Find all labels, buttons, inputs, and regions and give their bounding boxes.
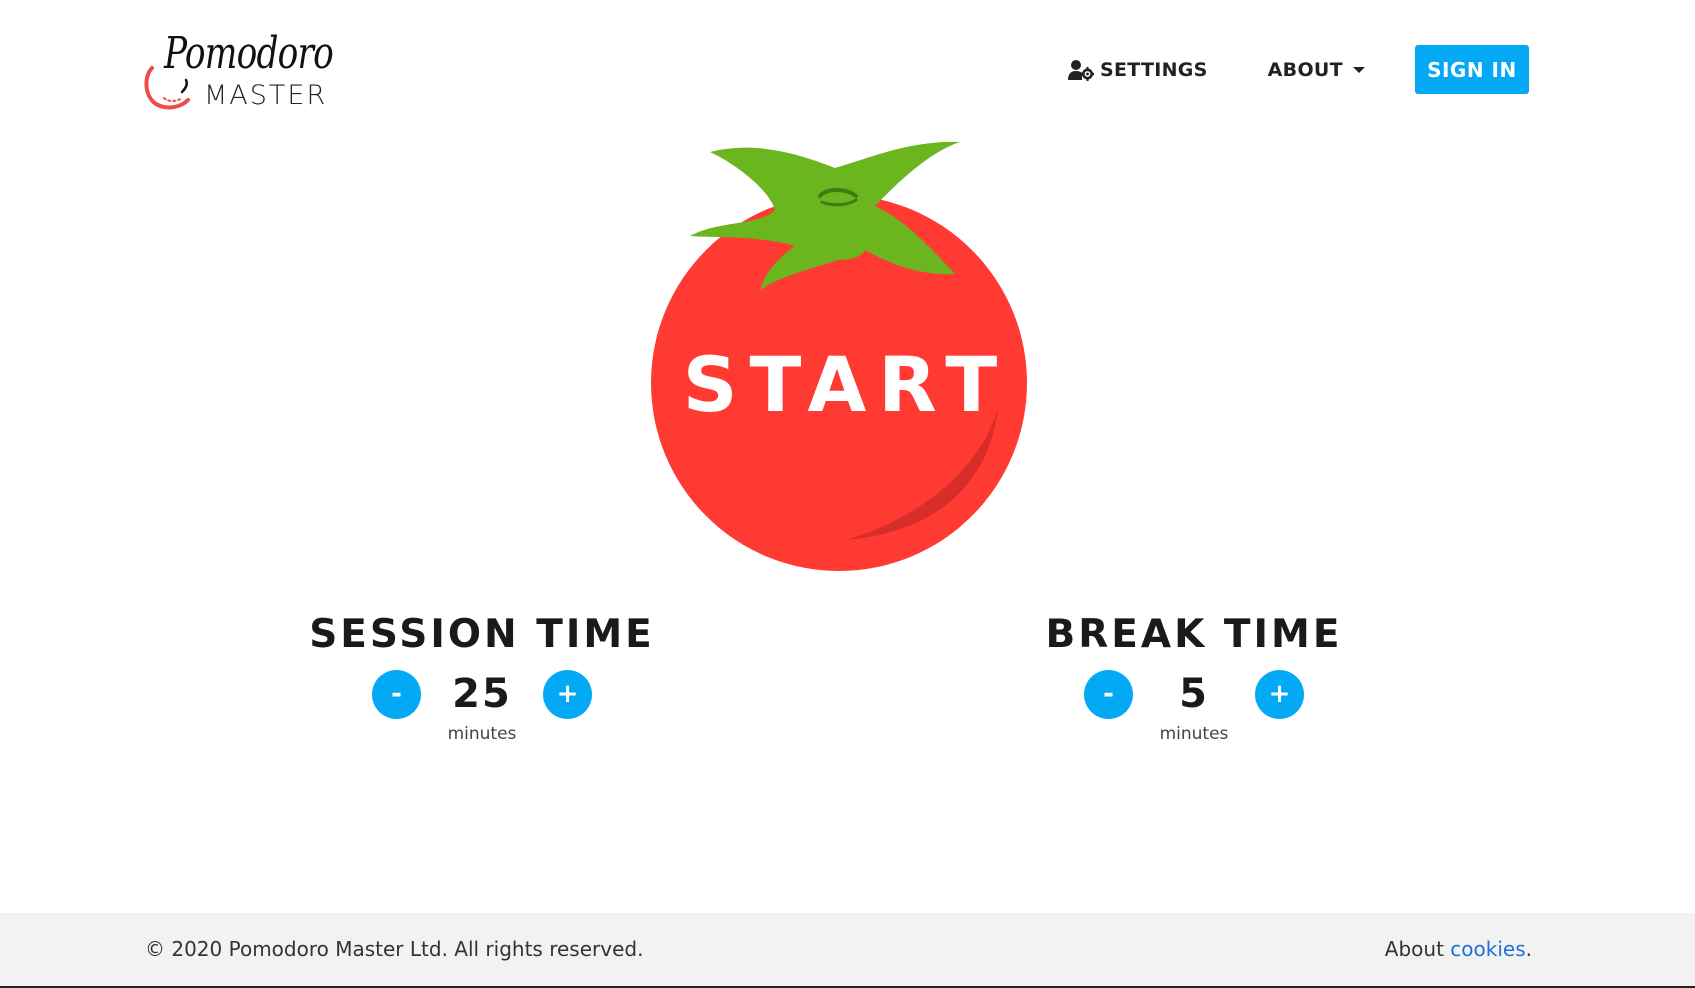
- cookies-link[interactable]: cookies: [1450, 937, 1525, 961]
- sign-in-button[interactable]: SIGN IN: [1414, 45, 1529, 94]
- break-increment-button[interactable]: +: [1255, 669, 1304, 719]
- footer-about-prefix: About: [1384, 937, 1451, 961]
- break-title: BREAK TIME: [1045, 612, 1343, 657]
- session-controls: - 25 +: [302, 668, 662, 720]
- footer-suffix: .: [1525, 937, 1532, 961]
- break-decrement-button[interactable]: -: [1084, 669, 1133, 719]
- session-timer: SESSION TIME - 25 + minutes: [302, 610, 662, 744]
- session-unit: minutes: [447, 724, 517, 744]
- break-value: 5: [1179, 671, 1209, 717]
- footer-copyright: © 2020 Pomodoro Master Ltd. All rights r…: [145, 937, 644, 961]
- session-increment-button[interactable]: +: [543, 669, 592, 719]
- user-gear-icon: [1068, 59, 1094, 81]
- start-button[interactable]: START: [650, 140, 1030, 572]
- caret-down-icon: [1352, 66, 1365, 73]
- settings-label: SETTINGS: [1100, 58, 1208, 81]
- break-unit: minutes: [1159, 724, 1229, 744]
- about-dropdown[interactable]: ABOUT: [1268, 59, 1365, 81]
- break-controls: - 5 +: [1014, 668, 1374, 720]
- start-label: START: [682, 340, 1010, 429]
- settings-link[interactable]: SETTINGS: [1068, 59, 1208, 81]
- session-decrement-button[interactable]: -: [372, 669, 421, 719]
- session-title: SESSION TIME: [309, 612, 655, 657]
- break-timer: BREAK TIME - 5 + minutes: [1014, 610, 1374, 744]
- logo-subtitle: MASTER: [204, 80, 328, 111]
- top-nav: SETTINGS ABOUT SIGN IN: [1068, 45, 1529, 94]
- footer-cookies-note: About cookies.: [1385, 937, 1532, 961]
- about-label: ABOUT: [1267, 58, 1343, 81]
- logo[interactable]: Pomodoro MASTER: [142, 28, 342, 114]
- footer: © 2020 Pomodoro Master Ltd. All rights r…: [0, 913, 1695, 988]
- page: Pomodoro MASTER SETTINGS ABOUT SIGN IN S…: [0, 0, 1695, 988]
- session-value: 25: [452, 671, 512, 717]
- logo-title: Pomodoro: [164, 28, 334, 79]
